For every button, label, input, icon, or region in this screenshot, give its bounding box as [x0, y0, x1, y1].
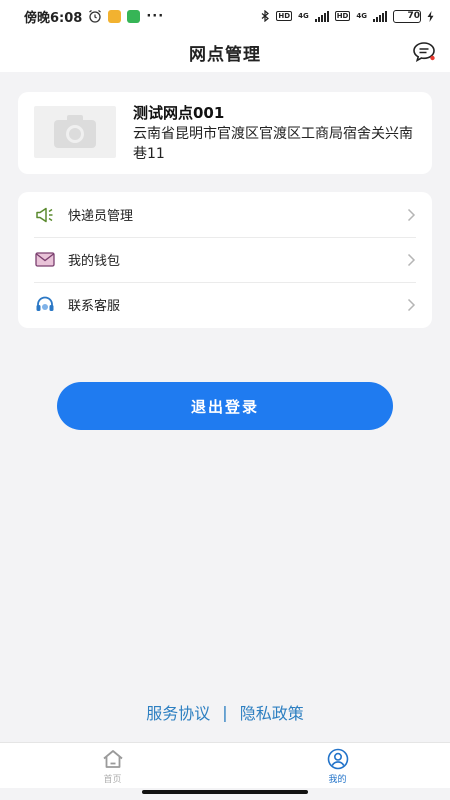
tab-home[interactable]: 首页 — [0, 743, 225, 788]
folder-app-icon — [108, 9, 122, 23]
message-icon[interactable] — [410, 38, 438, 66]
camera-icon — [54, 115, 96, 148]
chevron-right-icon — [407, 298, 416, 311]
outlet-photo-placeholder — [34, 106, 116, 158]
hd-icon: HD — [276, 11, 293, 21]
charging-icon — [427, 10, 434, 22]
outlet-card[interactable]: 测试网点001 云南省昆明市官渡区官渡区工商局宿舍关兴南巷11 — [18, 92, 432, 174]
status-left: 傍晚6:08 ··· — [24, 7, 164, 26]
megaphone-icon — [34, 204, 56, 226]
hd-icon: HD — [334, 11, 351, 21]
user-icon — [327, 748, 348, 770]
home-indicator — [142, 790, 308, 794]
outlet-name: 测试网点001 — [133, 104, 225, 122]
network-label-2: 4G — [356, 12, 367, 20]
menu-item-courier-management[interactable]: 快递员管理 — [18, 192, 432, 237]
tab-bar: 首页 我的 — [0, 742, 450, 788]
network-label-1: 4G — [298, 12, 309, 20]
menu-card: 快递员管理 我的钱包 联系客服 — [18, 192, 432, 328]
bluetooth-icon — [262, 10, 270, 22]
alarm-icon — [89, 10, 102, 23]
privacy-policy-link[interactable]: 隐私政策 — [240, 700, 304, 724]
chevron-right-icon — [407, 253, 416, 266]
legal-links: 服务协议 | 隐私政策 — [0, 698, 450, 726]
menu-item-customer-service[interactable]: 联系客服 — [18, 282, 432, 327]
page-title: 网点管理 — [189, 44, 261, 65]
menu-item-label: 快递员管理 — [68, 209, 134, 224]
more-indicator: ··· — [146, 8, 165, 24]
tab-label: 我的 — [328, 775, 347, 785]
envelope-icon — [34, 249, 56, 271]
status-bar: 傍晚6:08 ··· HD 4G HD 4G 70 — [0, 0, 450, 32]
menu-item-label: 联系客服 — [68, 299, 121, 314]
home-icon — [102, 750, 123, 768]
battery-level: 70 — [407, 11, 420, 21]
status-right: HD 4G HD 4G 70 — [261, 9, 434, 23]
service-agreement-link[interactable]: 服务协议 — [146, 700, 210, 724]
signal-icon — [314, 10, 329, 22]
battery-icon: 70 — [393, 9, 421, 23]
nav-bar: 网点管理 — [0, 32, 450, 72]
download-app-icon — [127, 9, 141, 23]
headset-icon — [34, 294, 56, 316]
legal-separator: | — [222, 702, 228, 722]
tab-label: 首页 — [103, 775, 122, 785]
logout-button[interactable]: 退出登录 — [57, 382, 393, 430]
chevron-right-icon — [407, 208, 416, 221]
outlet-address: 云南省昆明市官渡区官渡区工商局宿舍关兴南巷11 — [133, 126, 413, 162]
tab-mine[interactable]: 我的 — [225, 743, 450, 788]
menu-item-my-wallet[interactable]: 我的钱包 — [18, 237, 432, 282]
status-time: 傍晚6:08 — [24, 10, 83, 26]
signal-icon — [373, 10, 387, 22]
menu-item-label: 我的钱包 — [68, 254, 121, 269]
